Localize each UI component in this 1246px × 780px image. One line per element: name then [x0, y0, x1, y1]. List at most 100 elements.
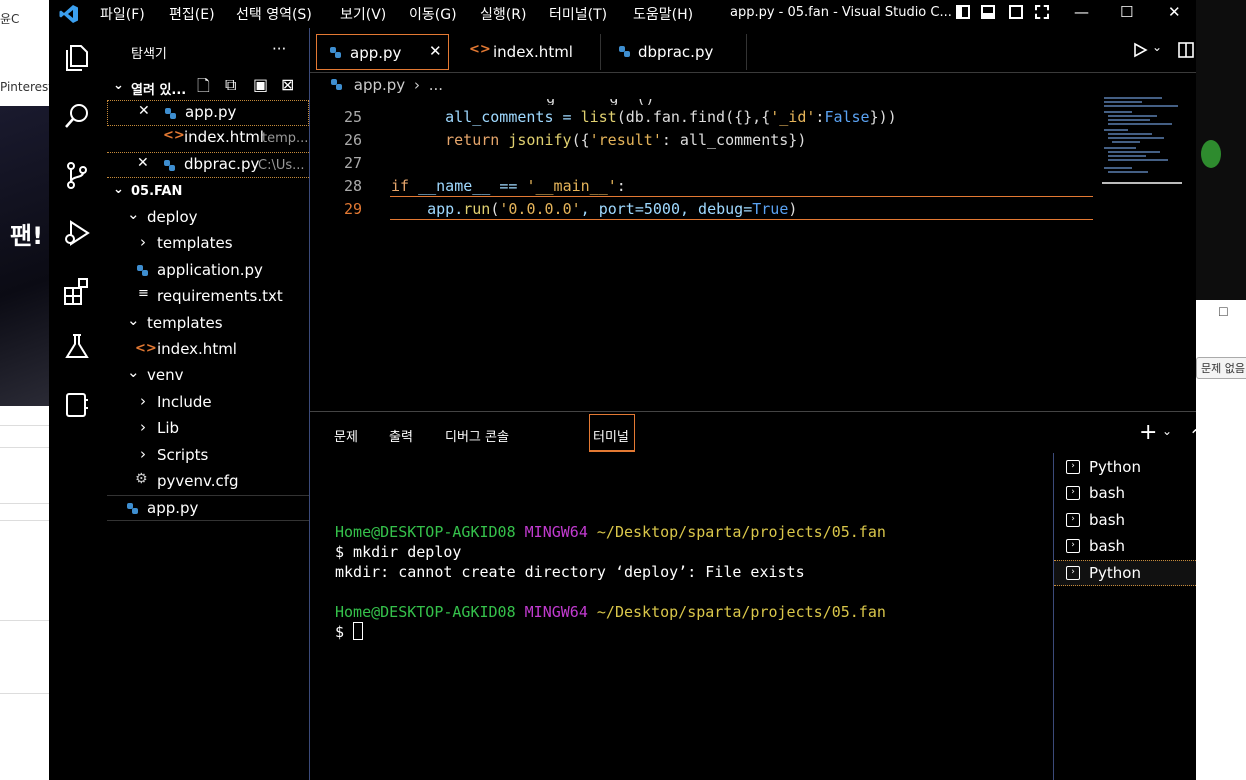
tree-item-file[interactable]: application.py — [107, 258, 309, 284]
terminal-item-active[interactable]: › Python — [1054, 560, 1196, 586]
open-editor-item[interactable]: <> index.html temp... — [107, 126, 309, 152]
explorer-icon[interactable] — [62, 42, 92, 72]
leaf-shape — [1201, 140, 1221, 168]
tree-item-folder[interactable]: › templates — [107, 231, 309, 257]
menu-terminal[interactable]: 터미널(T) — [549, 4, 607, 24]
terminal-item-label: bash — [1089, 511, 1126, 529]
terminal-output[interactable]: Home@DESKTOP-AGKID08 MINGW64 ~/Desktop/s… — [335, 522, 886, 642]
tree-item-file[interactable]: app.py — [107, 495, 309, 521]
browser-tab-text[interactable]: 윤C — [0, 10, 19, 46]
divider — [0, 425, 49, 426]
python-file-icon — [619, 46, 630, 57]
terminal-item[interactable]: › bash — [1054, 534, 1196, 560]
code-line-current[interactable]: app.run('0.0.0.0', port=5000, debug=True… — [391, 200, 797, 218]
run-icon[interactable] — [1132, 42, 1148, 58]
chevron-down-icon[interactable]: ⌄ — [1162, 424, 1172, 438]
code-token: run — [463, 200, 491, 218]
code-line[interactable]: return jsonify({'result': all_comments}) — [409, 131, 806, 149]
close-icon[interactable]: ✕ — [137, 155, 149, 171]
folder-chevron-icon[interactable]: ⌄ — [113, 182, 124, 197]
more-actions-button[interactable]: ··· — [272, 40, 286, 58]
minimap[interactable] — [1102, 96, 1182, 186]
search-icon[interactable] — [62, 101, 92, 131]
chevron-down-icon: ⌄ — [127, 311, 140, 329]
workspace-folder-header[interactable]: 05.FAN — [131, 184, 182, 199]
divider — [0, 620, 49, 621]
status-pill[interactable]: 문제 없음 — [1196, 357, 1246, 379]
menu-help[interactable]: 도움말(H) — [633, 4, 693, 24]
split-editor-icon[interactable] — [1178, 42, 1194, 58]
breadcrumb-file[interactable]: app.py — [354, 76, 405, 94]
menu-run[interactable]: 실행(R) — [480, 4, 526, 24]
remote-explorer-icon[interactable] — [62, 390, 92, 420]
code-token: : all_comments}) — [661, 131, 807, 149]
code-line[interactable]: if __name__ == '__main__': — [391, 177, 626, 195]
tab-terminal-active[interactable]: 터미널 — [589, 414, 635, 452]
menu-selection[interactable]: 선택 영역(S) — [236, 4, 312, 24]
tree-item-folder[interactable]: ⌄ templates — [107, 311, 309, 337]
terminal-item[interactable]: › bash — [1054, 481, 1196, 507]
code-line[interactable]: all_comments = list(db.fan.find({},{'_id… — [409, 108, 897, 126]
explorer-sidebar: 탐색기 ··· ⌄ 열려 있... 🗋 ⧉ ▣ ⊠ ✕ app.py <> in… — [107, 28, 310, 780]
source-control-icon[interactable] — [62, 160, 92, 190]
maximize-button[interactable]: ☐ — [1120, 3, 1133, 21]
new-folder-icon[interactable]: ⧉ — [225, 75, 236, 95]
tab-label: index.html — [493, 43, 573, 61]
tree-item-folder[interactable]: › Lib — [107, 416, 309, 442]
open-editor-item[interactable]: ✕ app.py — [107, 100, 309, 126]
extensions-icon[interactable] — [62, 276, 92, 306]
code-token: return — [445, 131, 500, 149]
open-editor-item[interactable]: ✕ dbprac.py C:\Us... — [107, 152, 309, 178]
tab-app-py[interactable]: app.py ✕ — [316, 34, 449, 70]
close-icon[interactable]: ✕ — [138, 103, 150, 119]
activity-bar — [49, 28, 108, 780]
tab-output[interactable]: 출력 — [389, 426, 413, 445]
line-number: 27 — [343, 154, 362, 172]
tree-item-file[interactable]: ⚙ pyvenv.cfg — [107, 469, 309, 495]
open-editors-header[interactable]: 열려 있... — [131, 79, 186, 98]
save-all-icon[interactable]: ▣ — [253, 75, 268, 94]
tab-close-icon[interactable]: ✕ — [429, 42, 442, 60]
menu-view[interactable]: 보기(V) — [340, 4, 386, 24]
tree-item-folder[interactable]: › Scripts — [107, 443, 309, 469]
hero-text: 팬! — [10, 222, 44, 250]
breadcrumb-more[interactable]: ... — [429, 76, 443, 94]
tab-problems[interactable]: 문제 — [334, 426, 358, 445]
code-token: , port=5000, debug= — [580, 200, 753, 218]
run-debug-icon[interactable] — [62, 218, 92, 248]
tree-item-folder[interactable]: › Include — [107, 390, 309, 416]
python-file-icon — [164, 160, 175, 171]
toggle-sidebar-icon[interactable] — [956, 5, 970, 19]
tab-dbprac-py[interactable]: dbprac.py — [600, 34, 747, 70]
chevron-right-icon: › — [413, 76, 420, 94]
line-number: 25 — [343, 108, 362, 126]
terminal-item[interactable]: › Python — [1054, 455, 1196, 481]
menu-file[interactable]: 파일(F) — [100, 4, 145, 24]
new-file-icon[interactable]: 🗋 — [197, 75, 210, 102]
testing-icon[interactable] — [62, 331, 92, 361]
customize-layout-icon[interactable] — [1035, 5, 1049, 19]
open-editor-label: app.py — [185, 103, 237, 121]
tree-item-folder[interactable]: ⌄ deploy — [107, 205, 309, 231]
tree-item-file[interactable]: <> index.html — [107, 337, 309, 363]
open-editor-desc: temp... — [262, 131, 309, 146]
add-terminal-button[interactable]: + — [1139, 420, 1157, 445]
menu-edit[interactable]: 편집(E) — [169, 4, 215, 24]
close-button[interactable]: ✕ — [1168, 3, 1181, 21]
tree-item-folder[interactable]: ⌄ venv — [107, 363, 309, 389]
bookmark-pinterest[interactable]: Pinterest — [0, 80, 53, 94]
tree-item-file[interactable]: ≡ requirements.txt — [107, 284, 309, 310]
chevron-right-icon: › — [140, 445, 146, 463]
maximize-panel-icon[interactable]: ⌃ — [1189, 426, 1196, 445]
minimize-button[interactable]: — — [1074, 3, 1089, 21]
toggle-secondary-sidebar-icon[interactable] — [1009, 5, 1023, 19]
terminal-item[interactable]: › bash — [1054, 508, 1196, 534]
open-editors-chevron-icon[interactable]: ⌄ — [113, 78, 124, 93]
toggle-panel-icon[interactable] — [981, 5, 995, 19]
tab-debug-console[interactable]: 디버그 콘솔 — [445, 426, 509, 445]
chevron-down-icon[interactable]: ⌄ — [1152, 40, 1162, 54]
menu-go[interactable]: 이동(G) — [409, 4, 457, 24]
maximize-icon[interactable]: ☐ — [1218, 305, 1229, 319]
close-all-icon[interactable]: ⊠ — [281, 75, 294, 94]
tab-index-html[interactable]: <> index.html — [455, 34, 601, 70]
